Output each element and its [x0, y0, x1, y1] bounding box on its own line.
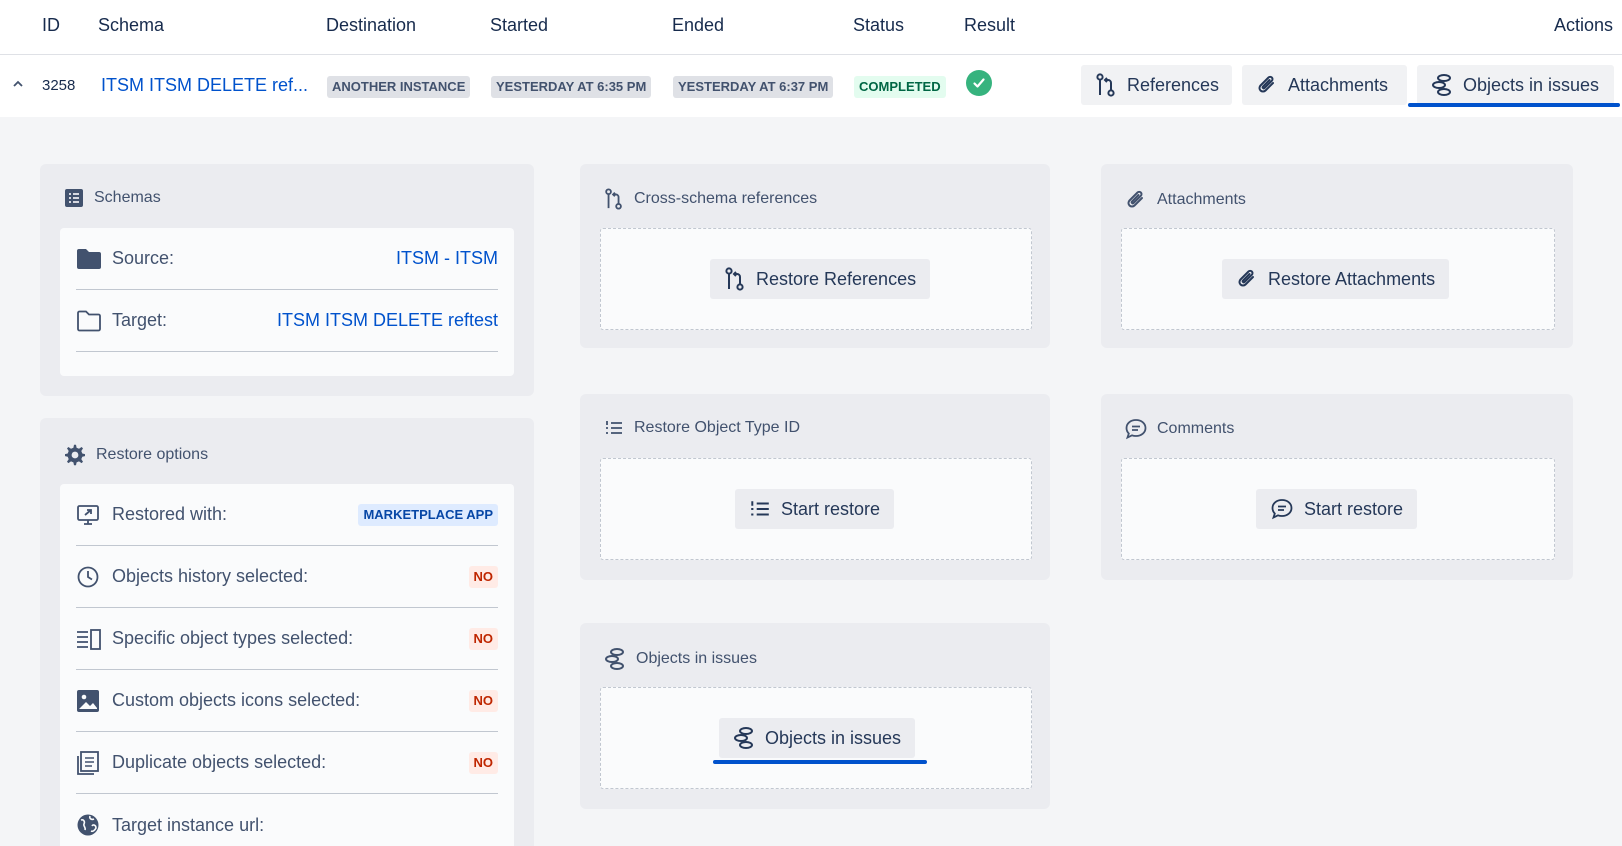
- restore-attachments-button[interactable]: Restore Attachments: [1222, 259, 1450, 299]
- custom-icons-badge: NO: [468, 689, 498, 712]
- object-stack-icon: [734, 727, 753, 749]
- duplicate-objects-badge: NO: [468, 751, 498, 774]
- target-label: Target:: [112, 310, 168, 330]
- paperclip-icon: [1258, 75, 1274, 93]
- target-link[interactable]: ITSM ITSM DELETE reftest: [277, 310, 498, 331]
- git-branch-icon: [605, 188, 622, 210]
- header-ended[interactable]: Ended: [672, 15, 724, 36]
- comments-dropzone: Start restore: [1121, 458, 1555, 560]
- attachments-card: Attachments Restore Attachments: [1101, 164, 1573, 348]
- folder-outline-icon: [77, 310, 101, 331]
- references-label: References: [1127, 74, 1220, 95]
- restored-with-badge: MARKETPLACE APP: [358, 503, 498, 526]
- target-instance-url-label: Target instance url:: [112, 814, 265, 835]
- git-branch-icon: [1096, 73, 1115, 97]
- numbered-list-icon: [751, 501, 769, 516]
- cross-schema-title: Cross-schema references: [604, 188, 817, 210]
- objects-in-issues-label: Objects in issues: [1463, 74, 1600, 95]
- start-restore-comments-button[interactable]: Start restore: [1256, 489, 1418, 529]
- cross-schema-dropzone: Restore References: [600, 228, 1032, 330]
- duplicate-objects-row: Duplicate objects selected: NO: [76, 732, 498, 794]
- comment-icon: [1125, 419, 1147, 440]
- restored-with-row: Restored with: MARKETPLACE APP: [76, 484, 498, 546]
- paperclip-icon: [1238, 269, 1254, 287]
- clock-icon: [77, 566, 99, 587]
- git-branch-icon: [725, 267, 744, 291]
- source-row: Source: ITSM - ITSM: [76, 228, 498, 290]
- references-button[interactable]: References: [1081, 65, 1232, 105]
- schemas-title: Schemas: [64, 188, 161, 208]
- header-actions: Actions: [1554, 15, 1614, 35]
- specific-object-types-label: Specific object types selected:: [112, 628, 354, 648]
- table-row: 3258 ITSM ITSM DELETE ref... ANOTHER INS…: [0, 55, 1622, 117]
- image-icon: [77, 689, 99, 712]
- row-schema-link[interactable]: ITSM ITSM DELETE ref...: [101, 75, 308, 96]
- table-icon: [65, 189, 83, 207]
- object-type-id-card: Restore Object Type ID Start restore: [580, 394, 1050, 580]
- comments-title: Comments: [1125, 418, 1234, 440]
- specific-object-types-row: Specific object types selected: NO: [76, 608, 498, 670]
- paperclip-icon: [1127, 190, 1143, 208]
- object-stack-icon: [605, 648, 624, 670]
- duplicate-document-icon: [77, 750, 99, 775]
- header-result[interactable]: Result: [964, 15, 1015, 36]
- comment-icon: [1271, 499, 1293, 520]
- table-header: ID Schema Destination Started Ended Stat…: [0, 0, 1622, 55]
- duplicate-objects-label: Duplicate objects selected:: [112, 752, 327, 772]
- restore-options-details: Restored with: MARKETPLACE APP Objects h…: [60, 484, 514, 846]
- header-started[interactable]: Started: [490, 15, 548, 36]
- objects-history-badge: NO: [468, 565, 498, 588]
- attachments-label: Attachments: [1288, 74, 1389, 95]
- details-area: Schemas Source: ITSM - ITSM Target: ITSM…: [0, 117, 1622, 846]
- header-status[interactable]: Status: [853, 15, 904, 36]
- selected-tab-indicator: [1408, 103, 1620, 107]
- header-schema[interactable]: Schema: [98, 15, 164, 36]
- restored-with-label: Restored with:: [112, 504, 228, 524]
- objects-in-issues-title: Objects in issues: [604, 647, 757, 671]
- custom-icons-label: Custom objects icons selected:: [112, 690, 361, 710]
- start-restore-type-id-button[interactable]: Start restore: [735, 489, 895, 529]
- started-badge: YESTERDAY AT 6:35 PM: [491, 76, 652, 98]
- globe-icon: [77, 814, 99, 836]
- restore-options-title: Restore options: [64, 444, 208, 466]
- numbered-list-icon: [606, 421, 622, 434]
- source-label: Source:: [112, 248, 175, 268]
- objects-in-issues-button[interactable]: Objects in issues: [1417, 65, 1614, 105]
- restore-references-button[interactable]: Restore References: [710, 259, 931, 299]
- custom-icons-row: Custom objects icons selected: NO: [76, 670, 498, 732]
- header-destination[interactable]: Destination: [326, 15, 416, 36]
- restore-options-card: Restore options Restored with: MARKETPLA…: [40, 418, 534, 846]
- schemas-card: Schemas Source: ITSM - ITSM Target: ITSM…: [40, 164, 534, 396]
- specific-object-types-badge: NO: [468, 627, 498, 650]
- object-stack-icon: [1432, 74, 1451, 96]
- object-type-id-dropzone: Start restore: [600, 458, 1032, 560]
- objects-in-issues-card: Objects in issues Objects in issues: [580, 623, 1050, 809]
- destination-badge: ANOTHER INSTANCE: [327, 76, 471, 98]
- objects-history-label: Objects history selected:: [112, 566, 309, 586]
- objects-in-issues-restore-button[interactable]: Objects in issues: [719, 718, 916, 758]
- object-type-id-title: Restore Object Type ID: [604, 418, 800, 438]
- status-badge: COMPLETED: [854, 76, 946, 98]
- schemas-details: Source: ITSM - ITSM Target: ITSM ITSM DE…: [60, 228, 514, 376]
- row-id: 3258: [42, 77, 76, 94]
- comments-card: Comments Start restore: [1101, 394, 1573, 580]
- gear-icon: [65, 444, 85, 466]
- check-circle-icon: [966, 70, 992, 96]
- objects-in-issues-dropzone: Objects in issues: [600, 687, 1032, 789]
- attachments-button[interactable]: Attachments: [1242, 65, 1407, 105]
- chevron-up-icon[interactable]: [11, 77, 25, 91]
- attachments-dropzone: Restore Attachments: [1121, 228, 1555, 330]
- target-instance-url-row: Target instance url:: [76, 794, 498, 846]
- ended-badge: YESTERDAY AT 6:37 PM: [673, 76, 834, 98]
- folder-filled-icon: [77, 248, 101, 269]
- list-panel-icon: [77, 628, 101, 650]
- source-link[interactable]: ITSM - ITSM: [396, 248, 498, 269]
- cross-schema-card: Cross-schema references Restore Referenc…: [580, 164, 1050, 348]
- monitor-share-icon: [77, 504, 99, 525]
- header-id[interactable]: ID: [42, 15, 60, 36]
- objects-in-issues-selected-indicator: [713, 760, 927, 764]
- attachments-title: Attachments: [1125, 188, 1246, 212]
- objects-history-row: Objects history selected: NO: [76, 546, 498, 608]
- target-row: Target: ITSM ITSM DELETE reftest: [76, 290, 498, 352]
